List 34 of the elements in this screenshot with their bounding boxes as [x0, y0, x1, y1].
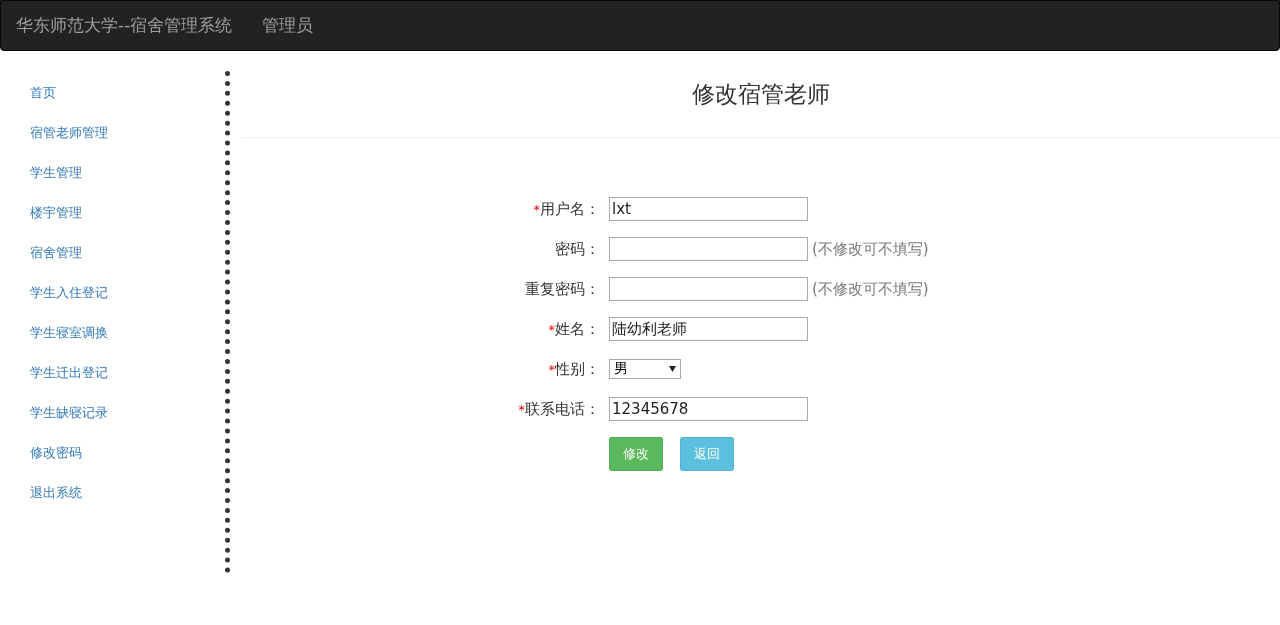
sidebar-link[interactable]: 学生缺寝记录: [0, 393, 108, 433]
field-label: *联系电话：: [518, 399, 600, 419]
field-hint: (不修改可不填写): [812, 239, 929, 259]
user-label: 管理员: [262, 14, 314, 37]
field-label: *用户名：: [533, 199, 600, 219]
sidebar-link[interactable]: 楼宇管理: [0, 193, 82, 233]
field-label: 重复密码：: [525, 279, 600, 299]
sidebar-link[interactable]: 宿管老师管理: [0, 113, 108, 153]
sidebar-link[interactable]: 宿舍管理: [0, 233, 82, 273]
input-field[interactable]: 12345678: [609, 397, 808, 421]
sidebar-link[interactable]: 学生迁出登记: [0, 353, 108, 393]
field-label: 密码：: [555, 239, 600, 259]
input-field[interactable]: 陆幼利老师: [609, 317, 808, 341]
required-mark: *: [548, 361, 555, 377]
field-label: *性别：: [548, 359, 600, 379]
password-field[interactable]: [609, 277, 808, 301]
dropdown-caret-icon: [669, 366, 676, 372]
sidebar-link[interactable]: 学生寝室调换: [0, 313, 108, 353]
input-field[interactable]: lxt: [609, 197, 808, 221]
submit-button[interactable]: 修改: [609, 437, 663, 471]
password-field[interactable]: [609, 237, 808, 261]
required-mark: *: [533, 201, 540, 217]
required-mark: *: [518, 401, 525, 417]
gender-select[interactable]: 男: [609, 359, 681, 379]
page-title: 修改宿管老师: [692, 79, 830, 109]
sidebar-link[interactable]: 首页: [0, 73, 56, 113]
brand-title[interactable]: 华东师范大学--宿舍管理系统: [16, 14, 233, 37]
field-label: *姓名：: [548, 319, 600, 339]
field-hint: (不修改可不填写): [812, 279, 929, 299]
sidebar-link[interactable]: 学生管理: [0, 153, 82, 193]
sidebar-link[interactable]: 退出系统: [0, 473, 82, 513]
required-mark: *: [548, 321, 555, 337]
sidebar-link[interactable]: 学生入住登记: [0, 273, 108, 313]
sidebar-link[interactable]: 修改密码: [0, 433, 82, 473]
